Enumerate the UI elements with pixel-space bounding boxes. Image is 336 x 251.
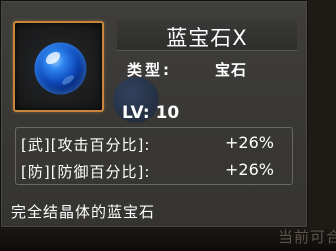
stat-row: [武][攻击百分比]: +26% [21,133,291,156]
item-type-value: 宝石 [215,61,248,79]
stat-value: +26% [225,133,274,152]
stat-row: [防][防御百分比]: +26% [21,160,291,183]
background-hint-text: 当前可合 [277,228,336,246]
stat-label: [武][攻击百分比]: [21,136,151,154]
blue-gem-orb-icon [34,42,87,95]
item-level: LV: 10 [122,103,180,123]
item-name-banner: 蓝宝石X [117,20,297,51]
stat-label: [防][防御百分比]: [21,163,151,181]
item-name: 蓝宝石X [166,26,248,50]
item-tooltip: 蓝宝石X 类型: 宝石 LV: 10 [武][攻击百分比]: +26% [防][… [0,0,308,228]
item-icon-slot [13,21,104,112]
item-description: 完全结晶体的蓝宝石 [11,203,156,221]
stat-value: +26% [225,160,274,179]
